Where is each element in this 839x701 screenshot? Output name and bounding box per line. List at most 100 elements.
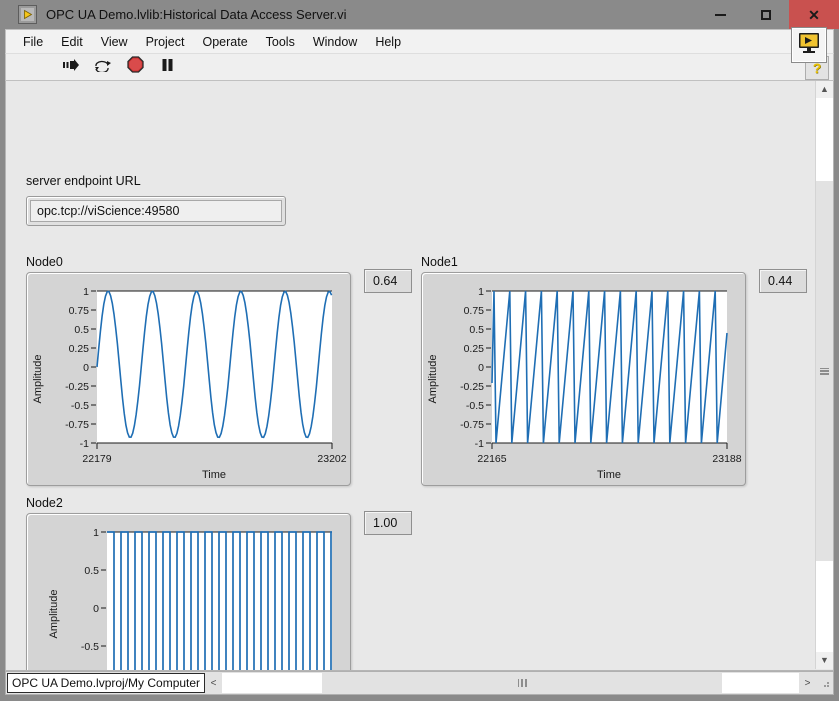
question-mark-icon: ? [812,60,822,76]
node2-plot: Amplitude 1 0.5 0 -0.5 -1 [48,527,332,670]
menu-item-window[interactable]: Window [304,33,366,51]
node2-label: Node2 [26,496,63,510]
abort-execution-button[interactable] [126,56,144,78]
server-url-label: server endpoint URL [26,174,141,188]
svg-text:-1: -1 [80,438,89,450]
menu-item-tools[interactable]: Tools [257,33,304,51]
node1-plot: Amplitude 1 0.75 0.5 0.25 0 -0.25 -0.5 -… [427,286,742,481]
node0-indicator: 0.64 [364,269,412,293]
server-url-control[interactable] [26,196,286,226]
maximize-icon [761,9,771,20]
svg-text:Amplitude: Amplitude [427,355,439,404]
front-panel-button[interactable] [791,27,827,63]
node1-label: Node1 [421,255,458,269]
svg-text:1: 1 [93,527,99,539]
horizontal-scrollbar[interactable] [222,673,799,693]
svg-text:23188: 23188 [712,453,741,465]
node2-graph[interactable]: Amplitude 1 0.5 0 -0.5 -1 [26,513,351,670]
svg-text:-0.5: -0.5 [466,400,484,412]
labview-vi-icon [18,5,37,24]
chevron-left-icon: < [210,677,217,689]
svg-text:Time: Time [597,469,621,481]
menu-item-file[interactable]: File [14,33,52,51]
svg-text:-0.75: -0.75 [65,419,89,431]
svg-text:0.25: 0.25 [69,343,90,355]
run-continuously-button[interactable] [94,58,112,76]
svg-text:Time: Time [202,469,226,481]
chevron-up-icon: ▲ [820,84,829,94]
window-title: OPC UA Demo.lvlib:Historical Data Access… [46,7,347,22]
svg-text:23202: 23202 [317,453,346,465]
status-bar: OPC UA Demo.lvproj/My Computer < > [5,671,834,695]
svg-text:22179: 22179 [82,453,111,465]
pause-icon [161,58,174,77]
svg-text:Amplitude: Amplitude [48,590,60,639]
svg-text:0.75: 0.75 [464,305,485,317]
svg-text:-0.25: -0.25 [460,381,484,393]
maximize-button[interactable] [743,0,789,29]
minimize-icon [714,13,726,16]
close-icon: ✕ [808,6,820,23]
node0-label: Node0 [26,255,63,269]
labview-window: OPC UA Demo.lvlib:Historical Data Access… [0,0,839,701]
menu-item-edit[interactable]: Edit [52,33,92,51]
vertical-scrollbar-thumb[interactable] [816,181,833,561]
minimize-button[interactable] [697,0,743,29]
svg-text:-0.5: -0.5 [71,400,89,412]
menu-item-help[interactable]: Help [366,33,410,51]
execution-target-label: OPC UA Demo.lvproj/My Computer [7,673,206,693]
svg-text:1: 1 [83,286,89,298]
svg-text:-0.5: -0.5 [81,641,99,653]
hscrollbar-grip-icon [517,679,527,687]
title-bar: OPC UA Demo.lvlib:Historical Data Access… [0,0,839,29]
svg-text:0: 0 [83,362,89,374]
svg-text:0.5: 0.5 [84,565,99,577]
menu-item-view[interactable]: View [92,33,137,51]
svg-text:-0.25: -0.25 [65,381,89,393]
node2-indicator: 1.00 [364,511,412,535]
chevron-down-icon: ▼ [820,655,829,665]
front-panel-icon [797,31,821,60]
toolbar-right-group: ? [791,27,829,80]
svg-text:22165: 22165 [477,453,506,465]
resize-grip-icon [823,682,829,687]
svg-text:0: 0 [478,362,484,374]
front-panel-canvas: server endpoint URL Node0 Amplitude 1 0.… [6,81,816,670]
abort-execution-icon [126,56,144,78]
run-continuously-icon [94,57,112,77]
front-panel: server endpoint URL Node0 Amplitude 1 0.… [5,81,834,671]
run-icon [62,58,80,77]
svg-text:0.5: 0.5 [74,324,89,336]
scroll-up-button[interactable]: ▲ [816,81,833,98]
menu-item-operate[interactable]: Operate [193,33,256,51]
menu-item-project[interactable]: Project [137,33,194,51]
scrollbar-grip-icon [820,367,829,375]
window-controls: ✕ [697,0,839,29]
toolbar: ? [5,27,834,81]
node1-indicator: 0.44 [759,269,807,293]
server-url-input[interactable] [30,200,282,222]
svg-text:0.5: 0.5 [469,324,484,336]
node0-graph[interactable]: Amplitude 1 0.75 0.5 0.25 0 -0.25 -0.5 -… [26,272,351,486]
close-button[interactable]: ✕ [789,0,839,29]
node0-plot: Amplitude 1 0.75 0.5 0.25 0 -0.25 -0.5 -… [32,286,347,481]
svg-text:Amplitude: Amplitude [32,355,44,404]
pause-button[interactable] [158,58,176,76]
svg-text:0.75: 0.75 [69,305,90,317]
toolbar-buttons [62,56,176,78]
svg-text:0.25: 0.25 [464,343,485,355]
horizontal-scrollbar-thumb[interactable] [322,673,723,693]
scroll-down-button[interactable]: ▼ [816,652,833,669]
vertical-scrollbar[interactable]: ▲ ▼ [815,81,833,669]
svg-text:0: 0 [93,603,99,615]
resize-grip[interactable] [816,673,833,693]
chevron-right-icon: > [804,677,811,689]
hscroll-left-button[interactable]: < [205,673,223,693]
menu-bar: File Edit View Project Operate Tools Win… [5,29,834,53]
hscroll-right-button[interactable]: > [799,673,816,693]
run-button[interactable] [62,58,80,76]
svg-text:-1: -1 [475,438,484,450]
svg-text:-0.75: -0.75 [460,419,484,431]
node1-graph[interactable]: Amplitude 1 0.75 0.5 0.25 0 -0.25 -0.5 -… [421,272,746,486]
svg-text:1: 1 [478,286,484,298]
